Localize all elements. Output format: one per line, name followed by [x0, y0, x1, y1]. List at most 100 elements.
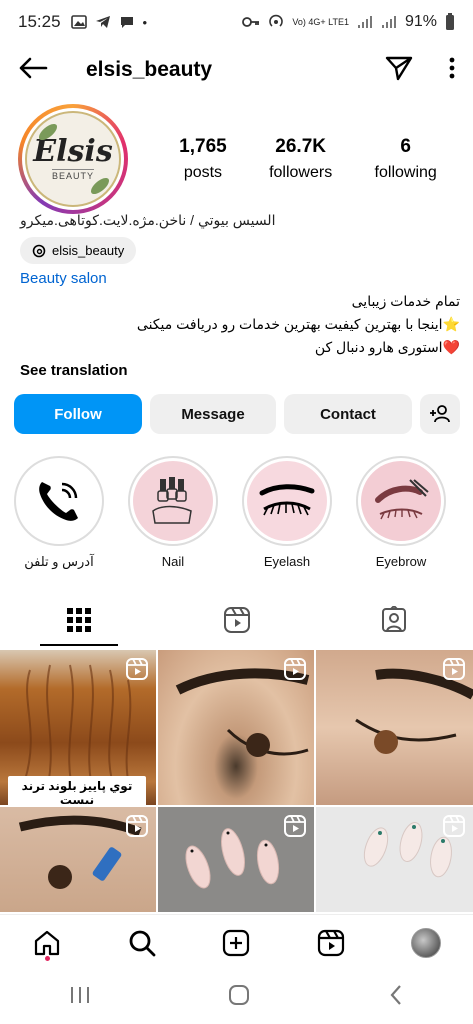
reels-icon: [317, 929, 345, 956]
reel-badge-icon: [126, 815, 148, 837]
eyelash-icon: [259, 484, 315, 516]
highlight-label: Eyebrow: [375, 554, 427, 569]
search-icon: [129, 930, 156, 956]
post-thumbnail[interactable]: [158, 807, 314, 912]
stat-label: posts: [183, 164, 223, 181]
battery-icon: [446, 13, 454, 30]
highlight-address[interactable]: آدرس و تلفن: [14, 456, 104, 576]
profile-stats: 1,765 posts 26.7K followers 6 following: [158, 136, 458, 182]
stat-label: followers: [269, 164, 333, 181]
profile-username: elsis_beauty: [86, 58, 213, 81]
post-thumbnail[interactable]: [0, 807, 156, 912]
story-ring[interactable]: Elsis BEAUTY: [18, 104, 128, 214]
back-system-button[interactable]: [388, 984, 404, 1012]
add-user-icon: [430, 405, 450, 423]
stat-following[interactable]: 6 following: [375, 136, 437, 182]
reel-badge-icon: [284, 658, 306, 680]
key-icon: [242, 17, 260, 27]
bio-line: تمام خدمات زیبایی: [351, 293, 460, 309]
profile-name: السیس بیوتي / ناخن.مژه.لایت.کوتاهی.میکرو: [20, 212, 276, 228]
plus-square-icon: [223, 929, 250, 956]
profile-tabs: [0, 592, 473, 648]
story-highlights: آدرس و تلفن Nail Eyelash Eyebrow: [10, 456, 473, 576]
profile-actions: Follow Message Contact: [14, 394, 460, 434]
gallery-icon: [70, 15, 87, 29]
reel-badge-icon: [443, 658, 465, 680]
stat-value: 6: [400, 136, 411, 157]
highlight-eyebrow[interactable]: Eyebrow: [356, 456, 446, 576]
signal-icon-2: [381, 16, 396, 28]
notification-dot: [44, 955, 50, 961]
contact-button[interactable]: Contact: [284, 394, 412, 434]
nav-create[interactable]: [216, 923, 256, 963]
see-translation-link[interactable]: See translation: [20, 362, 460, 379]
reel-badge-icon: [126, 658, 148, 680]
dot-icon: •: [142, 14, 148, 30]
tab-reels[interactable]: [158, 592, 316, 648]
nail-polish-icon: [152, 477, 192, 524]
threads-handle: elsis_beauty: [52, 243, 125, 258]
tagged-icon: [382, 606, 407, 632]
reel-badge-icon: [443, 815, 465, 837]
more-options-button[interactable]: [449, 57, 455, 84]
post-thumbnail[interactable]: [158, 650, 314, 805]
highlight-eyelash[interactable]: Eyelash: [242, 456, 332, 576]
telegram-icon: [95, 16, 110, 28]
suggested-users-button[interactable]: [420, 394, 460, 434]
status-bar: 15:25 • Vo) 4G+ LTE1 91%: [0, 0, 473, 44]
highlight-nail[interactable]: Nail: [128, 456, 218, 576]
nav-search[interactable]: [122, 923, 162, 963]
post-caption: توي پاييز بلوند ترند نيست: [8, 776, 146, 805]
bio-line: ❤️استوری هارو دنبال کن: [314, 339, 460, 355]
send-button[interactable]: [385, 55, 413, 86]
post-thumbnail[interactable]: توي پاييز بلوند ترند نيست: [0, 650, 156, 805]
threads-icon: [32, 244, 46, 257]
stat-followers[interactable]: 26.7K followers: [269, 136, 332, 182]
follow-button[interactable]: Follow: [14, 394, 142, 434]
message-button[interactable]: Message: [150, 394, 276, 434]
posts-grid: توي پاييز بلوند ترند نيست: [0, 650, 473, 912]
tab-posts-grid[interactable]: [0, 592, 158, 648]
phone-icon: [39, 482, 78, 521]
system-navigation: [0, 972, 473, 1024]
reels-icon: [223, 607, 250, 633]
stat-posts[interactable]: 1,765 posts: [179, 136, 227, 182]
hotspot-icon: [269, 14, 284, 27]
back-arrow-icon: [19, 57, 48, 78]
threads-badge[interactable]: elsis_beauty: [20, 237, 137, 264]
battery-text: 91%: [404, 13, 437, 30]
nav-home[interactable]: [27, 923, 67, 963]
post-thumbnail[interactable]: [316, 650, 473, 805]
home-button[interactable]: [228, 984, 250, 1012]
bottom-navigation: [0, 914, 473, 970]
avatar: Elsis BEAUTY: [25, 111, 121, 207]
notification-icons: •: [70, 14, 148, 30]
eyebrow-icon: [375, 479, 429, 520]
highlight-label: Nail: [161, 554, 185, 569]
highlight-label: Eyelash: [263, 554, 311, 569]
nav-reels[interactable]: [311, 923, 351, 963]
stat-value: 26.7K: [275, 136, 326, 157]
reel-badge-icon: [284, 815, 306, 837]
tab-tagged[interactable]: [315, 592, 473, 648]
post-thumbnail[interactable]: [316, 807, 473, 912]
nav-profile[interactable]: [406, 923, 446, 963]
highlight-label: آدرس و تلفن: [24, 554, 94, 569]
chevron-left-icon: [390, 985, 401, 1005]
avatar-logo-subtext: BEAUTY: [51, 169, 94, 181]
signal-icon: [357, 16, 372, 28]
send-icon: [385, 56, 413, 80]
grid-icon: [66, 608, 91, 632]
chat-icon: [120, 17, 133, 28]
bio-line: ⭐اینجا با بهترین کیفیت بهترین خدمات رو د…: [136, 316, 460, 332]
home-icon: [35, 930, 60, 955]
network-label: Vo) 4G+ LTE1: [292, 16, 349, 27]
profile-avatar-icon: [410, 927, 441, 958]
back-button[interactable]: [18, 56, 48, 85]
profile-bio: السیس بیوتي / ناخن.مژه.لایت.کوتاهی.میکرو…: [20, 212, 460, 379]
stat-label: following: [374, 164, 437, 181]
recent-apps-button[interactable]: [69, 985, 91, 1011]
profile-category[interactable]: Beauty salon: [20, 270, 460, 287]
status-time: 15:25: [18, 12, 61, 31]
recents-icon: [70, 987, 89, 1003]
